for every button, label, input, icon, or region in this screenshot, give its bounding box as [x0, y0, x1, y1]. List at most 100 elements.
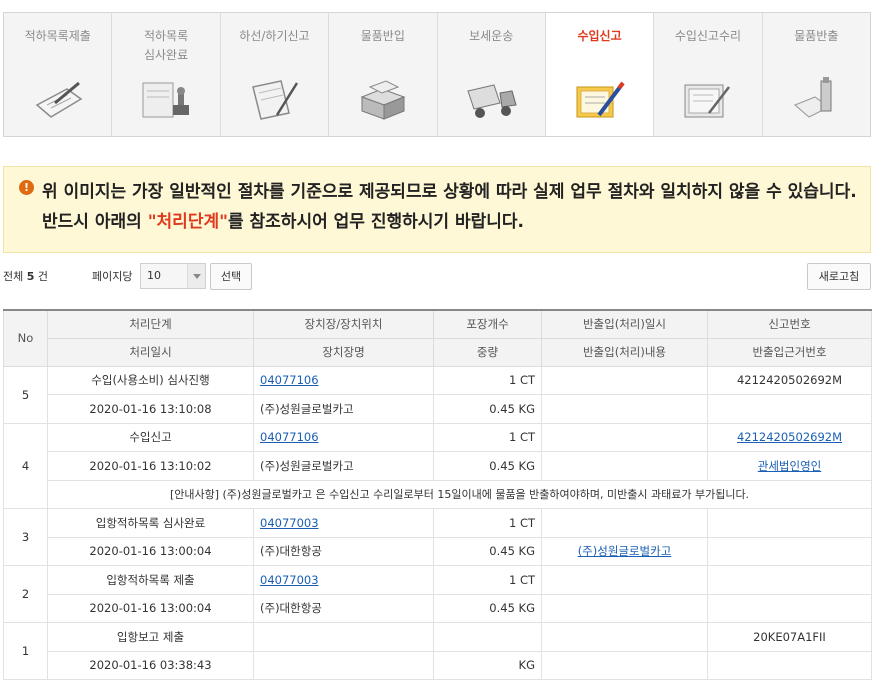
- table-row: 2020-01-16 13:10:02 (주)성원글로벌카고 0.45 KG 관…: [4, 451, 872, 481]
- broker-link[interactable]: 관세법인영인: [758, 459, 821, 473]
- chevron-down-icon: [187, 264, 205, 288]
- row-io-datetime: [541, 422, 708, 452]
- table-row: 2020-01-16 13:10:08 (주)성원글로벌카고 0.45 KG: [4, 394, 872, 424]
- row-warehouse: [253, 650, 434, 680]
- io-content-link[interactable]: (주)성원글로벌카고: [578, 544, 672, 558]
- step-goods-out: 물품반출: [762, 13, 870, 136]
- step-label: 보세운송: [469, 29, 514, 43]
- clipboard-pen-icon: [252, 80, 299, 120]
- row-packages: 1 CT: [433, 508, 542, 538]
- row-step: 입항보고 제출: [47, 622, 254, 652]
- step-import-declaration: 수입신고: [545, 13, 655, 136]
- row-no: 4: [3, 422, 48, 509]
- row-step: 입항적하목록 심사완료: [47, 508, 254, 538]
- row-no: 5: [3, 365, 48, 424]
- row-weight: 0.45 KG: [433, 593, 542, 623]
- row-basis-no: [707, 593, 872, 623]
- header-datetime: 처리일시: [47, 337, 254, 367]
- row-packages: 1 CT: [433, 422, 542, 452]
- row-datetime: 2020-01-16 03:38:43: [47, 650, 254, 680]
- truck-icon: [467, 84, 517, 118]
- row-basis-no: [707, 394, 872, 424]
- list-toolbar: 전체 5 건 페이지당 10 선택 새로고침: [0, 262, 875, 292]
- row-report-no: [707, 565, 872, 595]
- table-row: 2020-01-16 13:00:04 (주)대한항공 0.45 KG (주)성…: [4, 536, 872, 566]
- total-prefix: 전체: [3, 270, 27, 283]
- total-count: 전체 5 건: [3, 268, 48, 284]
- row-weight: 0.45 KG: [433, 536, 542, 566]
- row-warehouse: (주)대한항공: [253, 593, 434, 623]
- row-basis-no: [707, 650, 872, 680]
- header-report-no: 신고번호: [707, 309, 872, 339]
- row-io-datetime: [541, 622, 708, 652]
- header-step: 처리단계: [47, 309, 254, 339]
- table-row: 2020-01-16 13:00:04 (주)대한항공 0.45 KG: [4, 593, 872, 623]
- notice-text-end: 를 참조하시어 업무 진행하시기 바랍니다.: [227, 212, 524, 232]
- header-weight: 중량: [433, 337, 542, 367]
- row-datetime: 2020-01-16 13:10:08: [47, 394, 254, 424]
- row-packages: 1 CT: [433, 365, 542, 395]
- table-row: 3 입항적하목록 심사완료 04077003 1 CT: [3, 508, 872, 566]
- row-basis-no: [707, 536, 872, 566]
- row-report-no: [707, 508, 872, 538]
- process-steps: 적하목록제출 적하목록 심사완료 하선/하기신고 물품반입 보세운송 수입신고 …: [3, 12, 871, 137]
- step-label: 물품반입: [360, 29, 405, 43]
- documents-bottle-icon: [794, 77, 832, 118]
- progress-table: No 처리단계 장치장/장치위치 포장개수 반출입(처리)일시 신고번호 처리일…: [3, 309, 872, 680]
- row-io-content: [541, 394, 708, 424]
- step-label: 하선/하기신고: [239, 29, 310, 43]
- row-io-content: [541, 593, 708, 623]
- row-datetime: 2020-01-16 13:00:04: [47, 536, 254, 566]
- header-packages: 포장개수: [433, 309, 542, 339]
- total-suffix: 건: [34, 270, 49, 283]
- warning-icon: !: [19, 180, 34, 195]
- row-no: 2: [3, 565, 48, 623]
- table-row: 1 입항보고 제출 20KE07A1FII: [3, 622, 872, 680]
- row-location: [253, 622, 434, 652]
- approved-document-icon: [684, 84, 730, 118]
- row-step: 입항적하목록 제출: [47, 565, 254, 595]
- step-label: 물품반출: [794, 29, 839, 43]
- row-step: 수입(사용소비) 심사진행: [47, 365, 254, 395]
- header-no: No: [3, 309, 48, 367]
- row-report-no: 4212420502692M: [707, 365, 872, 395]
- per-page-value: 10: [147, 269, 161, 282]
- location-link[interactable]: 04077106: [260, 430, 319, 444]
- per-page-select[interactable]: 10: [140, 263, 206, 289]
- row-warehouse: (주)성원글로벌카고: [253, 394, 434, 424]
- row-notice: [안내사항] (주)성원글로벌카고 은 수입신고 수리일로부터 15일이내에 물…: [47, 479, 872, 509]
- table-row: 2020-01-16 03:38:43 KG: [4, 650, 872, 680]
- table-row: 5 수입(사용소비) 심사진행 04077106 1 CT 4212420502…: [3, 365, 872, 424]
- row-weight: 0.45 KG: [433, 394, 542, 424]
- location-link[interactable]: 04077003: [260, 516, 319, 530]
- step-goods-in: 물품반입: [329, 13, 438, 136]
- row-io-datetime: [541, 365, 708, 395]
- row-weight: 0.45 KG: [433, 451, 542, 481]
- report-pen-icon: [576, 81, 625, 118]
- notice-message: 위 이미지는 가장 일반적인 절차를 기준으로 제공되므로 상황에 따라 실제 …: [42, 177, 860, 237]
- step-label: 적하목록제출: [24, 29, 91, 43]
- table-row: [안내사항] (주)성원글로벌카고 은 수입신고 수리일로부터 15일이내에 물…: [4, 479, 872, 509]
- location-link[interactable]: 04077003: [260, 573, 319, 587]
- row-io-datetime: [541, 508, 708, 538]
- header-io-datetime: 반출입(처리)일시: [541, 309, 708, 339]
- document-pen-icon: [35, 81, 83, 118]
- refresh-button[interactable]: 새로고침: [807, 263, 871, 290]
- row-step: 수입신고: [47, 422, 254, 452]
- row-packages: 1 CT: [433, 565, 542, 595]
- row-packages: [433, 622, 542, 652]
- location-link[interactable]: 04077106: [260, 373, 319, 387]
- row-io-content: [541, 451, 708, 481]
- row-report-no: 20KE07A1FII: [707, 622, 872, 652]
- report-no-link[interactable]: 4212420502692M: [737, 430, 842, 444]
- select-button[interactable]: 선택: [210, 263, 252, 290]
- header-basis-no: 반출입근거번호: [707, 337, 872, 367]
- row-no: 3: [3, 508, 48, 566]
- step-manifest-submit: 적하목록제출: [4, 13, 113, 136]
- step-manifest-review: 적하목록 심사완료: [112, 13, 221, 136]
- per-page-label: 페이지당: [92, 270, 133, 283]
- row-io-datetime: [541, 565, 708, 595]
- row-weight: KG: [433, 650, 542, 680]
- notice-highlight: "처리단계": [147, 212, 228, 232]
- header-location: 장치장/장치위치: [253, 309, 434, 339]
